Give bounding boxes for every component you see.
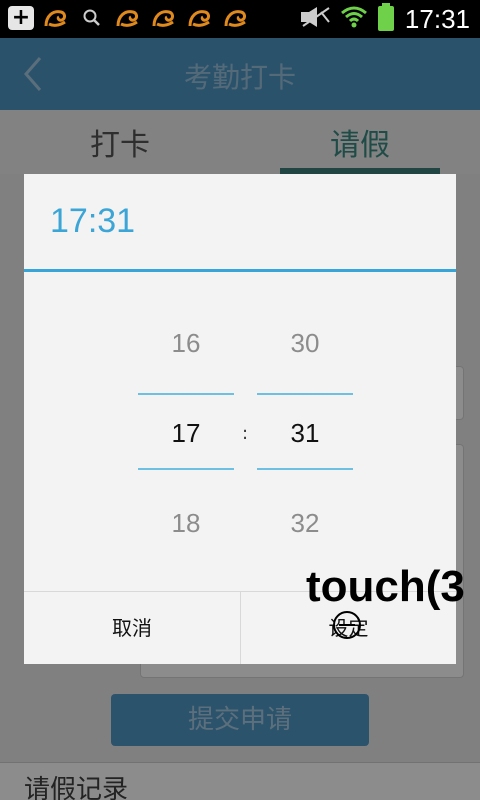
add-icon: + — [8, 6, 34, 30]
uc-squirrel-icon — [114, 5, 142, 31]
time-separator: : — [242, 423, 249, 444]
hour-selection-line-top — [138, 393, 234, 395]
touch-debug-label: touch(3 — [306, 562, 465, 611]
dialog-title-time: 17:31 — [50, 202, 136, 240]
mute-icon — [299, 6, 331, 32]
hour-selection-line-bottom — [138, 468, 234, 470]
cancel-button[interactable]: 取消 — [24, 592, 240, 664]
uc-squirrel-icon — [150, 5, 178, 31]
hour-picker[interactable]: 16 17 18 — [138, 324, 234, 554]
minute-selected[interactable]: 31 — [257, 418, 353, 449]
uc-squirrel-icon — [42, 5, 70, 31]
uc-squirrel-icon — [186, 5, 214, 31]
minute-selection-line-bottom — [257, 468, 353, 470]
dialog-header: 17:31 — [24, 174, 456, 270]
minute-next[interactable]: 32 — [257, 508, 353, 539]
minute-selection-line-top — [257, 393, 353, 395]
touch-point-indicator — [333, 611, 361, 639]
hour-prev[interactable]: 16 — [138, 328, 234, 359]
wifi-icon — [340, 5, 367, 33]
uc-squirrel-icon — [222, 5, 250, 31]
minute-prev[interactable]: 30 — [257, 328, 353, 359]
status-bar: + 17:31 — [0, 0, 480, 38]
battery-icon — [377, 3, 395, 35]
hour-selected[interactable]: 17 — [138, 418, 234, 449]
status-time: 17:31 — [404, 3, 470, 34]
dialog-divider — [24, 269, 456, 272]
hour-next[interactable]: 18 — [138, 508, 234, 539]
search-icon — [78, 5, 106, 31]
minute-picker[interactable]: 30 31 32 — [257, 324, 353, 554]
